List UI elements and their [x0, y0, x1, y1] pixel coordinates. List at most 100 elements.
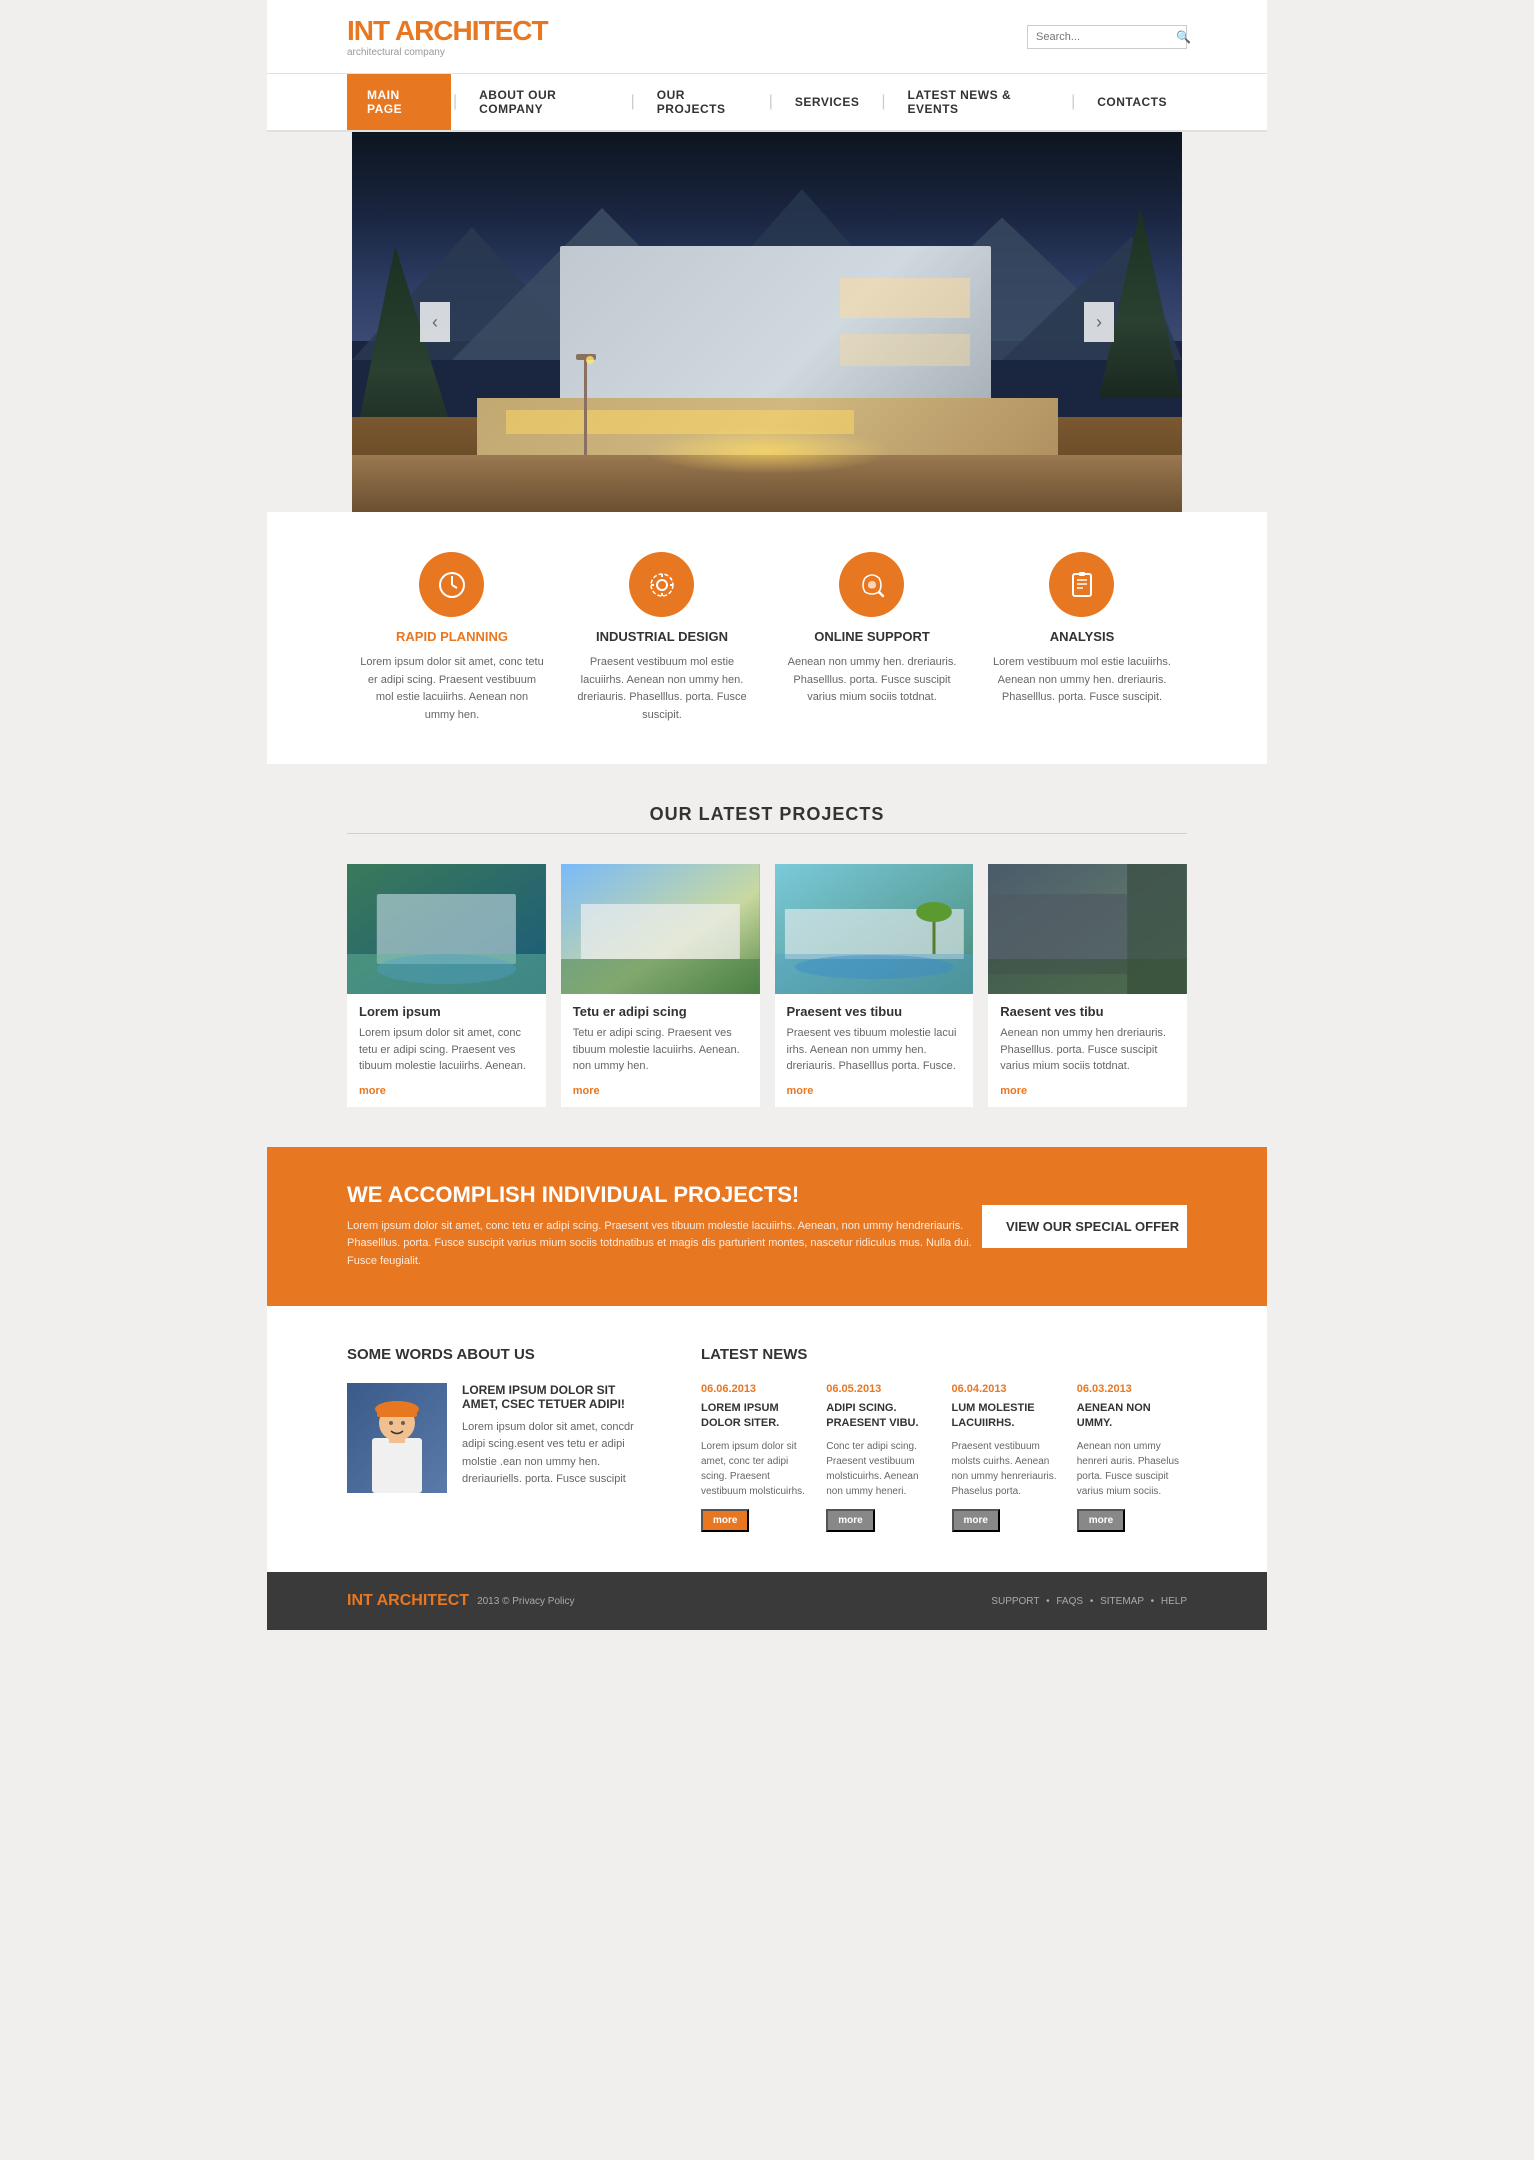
about-body: Lorem ipsum dolor sit amet, concdr adipi… — [462, 1419, 641, 1489]
project-desc-3: Praesent ves tibuum molestie lacui irhs.… — [787, 1025, 962, 1075]
search-box[interactable]: 🔍 — [1027, 25, 1187, 49]
footer-sep-1: • — [1046, 1596, 1052, 1607]
slider-next-button[interactable]: › — [1084, 302, 1114, 342]
cta-desc: Lorem ipsum dolor sit amet, conc tetu er… — [347, 1218, 982, 1271]
project-card-3: Praesent ves tibuu Praesent ves tibuum m… — [775, 864, 974, 1107]
about-title: SOME WORDS ABOUT US — [347, 1346, 641, 1363]
news-more-btn-2[interactable]: more — [826, 1509, 874, 1532]
online-support-desc: Aenean non ummy hen. dreriauris. Phasell… — [780, 654, 965, 707]
project-more-4[interactable]: more — [1000, 1085, 1027, 1097]
news-date-3: 06.04.2013 — [952, 1383, 1062, 1395]
lamppost — [584, 355, 587, 455]
footer-logo: INT ARCHITECT 2013 © Privacy Policy — [347, 1592, 574, 1610]
search-icon[interactable]: 🔍 — [1176, 30, 1191, 44]
project-info-4: Raesent ves tibu Aenean non ummy hen dre… — [988, 994, 1187, 1107]
analysis-title: ANALYSIS — [990, 629, 1175, 644]
news-headline-3: LUM MOLESTIE LACUIIRHS. — [952, 1401, 1062, 1432]
nav-sep-1: | — [451, 93, 459, 111]
feature-analysis: ANALYSIS Lorem vestibuum mol estie lacui… — [990, 552, 1175, 724]
news-item-1: 06.06.2013 LOREM IPSUM DOLOR SITER. Lore… — [701, 1383, 811, 1533]
news-body-1: Lorem ipsum dolor sit amet, conc ter adi… — [701, 1439, 811, 1499]
logo-brand: INT — [347, 15, 395, 46]
building-light — [643, 428, 892, 474]
news-headline-4: AENEAN NON UMMY. — [1077, 1401, 1187, 1432]
header: INT ARCHITECT architectural company 🔍 — [267, 0, 1267, 74]
analysis-desc: Lorem vestibuum mol estie lacuiirhs. Aen… — [990, 654, 1175, 707]
project-desc-1: Lorem ipsum dolor sit amet, conc tetu er… — [359, 1025, 534, 1075]
hero-image — [352, 132, 1182, 512]
slider-prev-button[interactable]: ‹ — [420, 302, 450, 342]
analysis-icon — [1049, 552, 1114, 617]
project-desc-4: Aenean non ummy hen dreriauris. Phaselll… — [1000, 1025, 1175, 1075]
nav-sep-5: | — [1069, 93, 1077, 111]
news-more-btn-3[interactable]: more — [952, 1509, 1000, 1532]
project-img-4 — [988, 864, 1187, 994]
project-info-2: Tetu er adipi scing Tetu er adipi scing.… — [561, 994, 760, 1107]
about-person-name: LOREM IPSUM DOLOR SIT AMET, CSEC TETUER … — [462, 1383, 641, 1411]
rapid-planning-title: RAPID PLANNING — [360, 629, 545, 644]
footer-sep-2: • — [1090, 1596, 1096, 1607]
project-card-2: Tetu er adipi scing Tetu er adipi scing.… — [561, 864, 760, 1107]
news-body-2: Conc ter adipi scing. Praesent vestibuum… — [826, 1439, 936, 1499]
news-date-2: 06.05.2013 — [826, 1383, 936, 1395]
project-more-1[interactable]: more — [359, 1085, 386, 1097]
nav-item-about[interactable]: ABOUT OUR COMPANY — [459, 74, 628, 130]
nav: MAIN PAGE | ABOUT OUR COMPANY | OUR PROJ… — [267, 74, 1267, 132]
search-input[interactable] — [1036, 31, 1176, 43]
features-section: RAPID PLANNING Lorem ipsum dolor sit ame… — [267, 512, 1267, 764]
news-item-4: 06.03.2013 AENEAN NON UMMY. Aenean non u… — [1077, 1383, 1187, 1533]
news-headline-2: ADIPI SCING. PRAESENT VIBU. — [826, 1401, 936, 1432]
news-section: LATEST NEWS 06.06.2013 LOREM IPSUM DOLOR… — [701, 1346, 1187, 1533]
news-title: LATEST NEWS — [701, 1346, 1187, 1363]
hero-slider: ‹ — [267, 132, 1267, 512]
footer-brand: INT — [347, 1592, 377, 1609]
building-upper — [560, 246, 992, 406]
news-body-3: Praesent vestibuum molsts cuirhs. Aenean… — [952, 1439, 1062, 1499]
project-name-2: Tetu er adipi scing — [573, 1004, 748, 1019]
nav-item-main-page[interactable]: MAIN PAGE — [347, 74, 451, 130]
nav-item-news[interactable]: LATEST NEWS & EVENTS — [888, 74, 1070, 130]
feature-online-support: ONLINE SUPPORT Aenean non ummy hen. drer… — [780, 552, 965, 724]
news-item-3: 06.04.2013 LUM MOLESTIE LACUIIRHS. Praes… — [952, 1383, 1062, 1533]
news-more-btn-1[interactable]: more — [701, 1509, 749, 1532]
footer-sep-3: • — [1151, 1596, 1157, 1607]
logo: INT ARCHITECT architectural company — [347, 15, 548, 58]
footer: INT ARCHITECT 2013 © Privacy Policy SUPP… — [267, 1572, 1267, 1630]
nav-item-services[interactable]: SERVICES — [775, 81, 879, 123]
project-info-1: Lorem ipsum Lorem ipsum dolor sit amet, … — [347, 994, 546, 1107]
nav-item-contacts[interactable]: CONTACTS — [1077, 81, 1187, 123]
project-more-3[interactable]: more — [787, 1085, 814, 1097]
about-us: SOME WORDS ABOUT US — [347, 1346, 641, 1533]
about-text-block: LOREM IPSUM DOLOR SIT AMET, CSEC TETUER … — [462, 1383, 641, 1493]
projects-grid: Lorem ipsum Lorem ipsum dolor sit amet, … — [347, 864, 1187, 1107]
news-headline-1: LOREM IPSUM DOLOR SITER. — [701, 1401, 811, 1432]
industrial-design-icon — [629, 552, 694, 617]
projects-section: OUR LATEST PROJECTS — [267, 764, 1267, 1147]
footer-link-help[interactable]: HELP — [1161, 1596, 1187, 1607]
footer-logo-text: INT ARCHITECT — [347, 1592, 469, 1610]
news-date-1: 06.06.2013 — [701, 1383, 811, 1395]
news-more-btn-4[interactable]: more — [1077, 1509, 1125, 1532]
footer-brand-accent: ARCHITECT — [377, 1592, 469, 1609]
cta-content: WE ACCOMPLISH INDIVIDUAL PROJECTS! Lorem… — [347, 1182, 982, 1271]
nav-item-projects[interactable]: OUR PROJECTS — [637, 74, 767, 130]
news-date-4: 06.03.2013 — [1077, 1383, 1187, 1395]
project-img-3 — [775, 864, 974, 994]
project-img-1 — [347, 864, 546, 994]
online-support-icon — [839, 552, 904, 617]
news-item-2: 06.05.2013 ADIPI SCING. PRAESENT VIBU. C… — [826, 1383, 936, 1533]
news-body-4: Aenean non ummy henreri auris. Phaselus … — [1077, 1439, 1187, 1499]
project-img-2 — [561, 864, 760, 994]
footer-link-faqs[interactable]: FAQS — [1056, 1596, 1083, 1607]
feature-rapid-planning: RAPID PLANNING Lorem ipsum dolor sit ame… — [360, 552, 545, 724]
cta-button[interactable]: view our special offer — [982, 1205, 1187, 1248]
footer-link-sitemap[interactable]: SITEMAP — [1100, 1596, 1144, 1607]
project-more-2[interactable]: more — [573, 1085, 600, 1097]
footer-link-support[interactable]: SUPPORT — [991, 1596, 1039, 1607]
industrial-design-desc: Praesent vestibuum mol estie lacuiirhs. … — [570, 654, 755, 724]
online-support-title: ONLINE SUPPORT — [780, 629, 965, 644]
project-name-4: Raesent ves tibu — [1000, 1004, 1175, 1019]
project-desc-2: Tetu er adipi scing. Praesent ves tibuum… — [573, 1025, 748, 1075]
footer-copy: 2013 © Privacy Policy — [477, 1596, 574, 1607]
news-grid: 06.06.2013 LOREM IPSUM DOLOR SITER. Lore… — [701, 1383, 1187, 1533]
